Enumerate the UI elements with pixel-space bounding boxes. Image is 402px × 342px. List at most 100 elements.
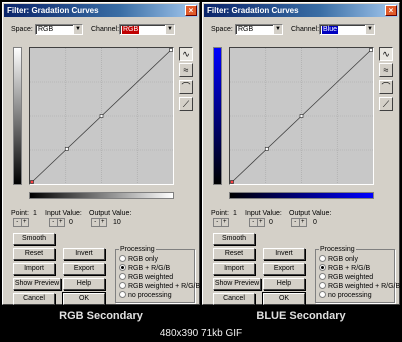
input-value-stepper[interactable]: - + xyxy=(249,218,265,227)
space-label: Space: xyxy=(11,26,33,33)
freehand-tool-icon[interactable]: ≈ xyxy=(379,63,393,77)
radio-icon xyxy=(319,291,326,298)
input-gradient-bar xyxy=(29,192,174,199)
processing-option[interactable]: RGB weighted + R/G/B xyxy=(319,282,400,291)
point-stepper[interactable]: - + xyxy=(13,218,29,227)
show-preview-button[interactable]: Show Preview xyxy=(213,278,261,290)
output-gradient-bar xyxy=(213,47,222,185)
curve-graph xyxy=(230,48,373,184)
gradation-curves-dialog-blue: Filter: Gradation Curves × Space: RGB ▼ … xyxy=(202,2,400,306)
help-button[interactable]: Help xyxy=(263,278,305,290)
linear-tool-icon[interactable]: ⟋ xyxy=(179,97,193,111)
input-gradient-bar xyxy=(229,192,374,199)
processing-option[interactable]: RGB only xyxy=(319,255,358,264)
curve-control-point[interactable] xyxy=(264,147,269,151)
smooth-tool-icon[interactable]: ⌒ xyxy=(179,80,193,94)
point-value: 1 xyxy=(233,210,237,217)
smooth-tool-icon[interactable]: ⌒ xyxy=(379,80,393,94)
smooth-button[interactable]: Smooth xyxy=(13,233,55,245)
curve-control-point[interactable] xyxy=(369,48,373,52)
chevron-down-icon: ▼ xyxy=(365,25,374,34)
caption-rgb-secondary: RGB Secondary xyxy=(59,310,143,322)
close-icon[interactable]: × xyxy=(385,5,397,16)
close-icon[interactable]: × xyxy=(185,5,197,16)
reset-button[interactable]: Reset xyxy=(213,248,255,260)
output-value-stepper[interactable]: - + xyxy=(291,218,307,227)
processing-option[interactable]: RGB + R/G/B xyxy=(119,264,170,273)
gradation-curves-dialog-rgb: Filter: Gradation Curves × Space: RGB ▼ … xyxy=(2,2,200,306)
output-value-stepper[interactable]: - + xyxy=(91,218,107,227)
processing-option[interactable]: RGB + R/G/B xyxy=(319,264,370,273)
processing-option[interactable]: RGB weighted + R/G/B xyxy=(119,282,200,291)
channel-label: Channel: xyxy=(91,26,120,33)
point-label: Point: xyxy=(11,210,29,217)
output-value-label: Output Value: xyxy=(89,210,132,217)
channel-select[interactable]: RGB ▼ xyxy=(119,24,175,35)
processing-option[interactable]: no processing xyxy=(319,291,372,300)
output-gradient-bar xyxy=(13,47,22,185)
caption-blue-secondary: BLUE Secondary xyxy=(256,310,346,322)
curve-editor[interactable] xyxy=(229,47,374,185)
dialog-titlebar: Filter: Gradation Curves × xyxy=(4,4,198,17)
ok-button[interactable]: OK xyxy=(62,292,106,306)
space-select[interactable]: RGB ▼ xyxy=(235,24,283,35)
curve-tool-icon[interactable]: ∿ xyxy=(379,47,393,61)
processing-title: Processing xyxy=(119,245,156,254)
radio-icon xyxy=(119,291,126,298)
image-info: 480x390 71kb GIF xyxy=(0,326,402,342)
dialog-title: Filter: Gradation Curves xyxy=(207,6,299,15)
invert-button[interactable]: Invert xyxy=(263,248,305,260)
processing-option[interactable]: RGB weighted xyxy=(119,273,173,282)
curve-editor[interactable] xyxy=(29,47,174,185)
space-label: Space: xyxy=(211,26,233,33)
processing-option[interactable]: RGB weighted xyxy=(319,273,373,282)
processing-option[interactable]: RGB only xyxy=(119,255,158,264)
space-select[interactable]: RGB ▼ xyxy=(35,24,83,35)
freehand-tool-icon[interactable]: ≈ xyxy=(179,63,193,77)
ok-button[interactable]: OK xyxy=(262,292,306,306)
chevron-down-icon: ▼ xyxy=(273,25,282,34)
radio-icon xyxy=(119,273,126,280)
chevron-down-icon: ▼ xyxy=(165,25,174,34)
input-value-label: Input Value: xyxy=(245,210,282,217)
curve-tool-icon[interactable]: ∿ xyxy=(179,47,193,61)
reset-button[interactable]: Reset xyxy=(13,248,55,260)
help-button[interactable]: Help xyxy=(63,278,105,290)
processing-option[interactable]: no processing xyxy=(119,291,172,300)
curve-control-point[interactable] xyxy=(230,180,234,184)
radio-icon xyxy=(119,264,126,271)
screenshot-frame: Filter: Gradation Curves × Space: RGB ▼ … xyxy=(0,0,402,342)
curve-control-point[interactable] xyxy=(99,114,104,118)
cancel-button[interactable]: Cancel xyxy=(213,293,255,305)
curve-control-point[interactable] xyxy=(30,180,34,184)
smooth-button[interactable]: Smooth xyxy=(213,233,255,245)
curve-control-point[interactable] xyxy=(64,147,69,151)
radio-icon xyxy=(319,273,326,280)
input-value-stepper[interactable]: - + xyxy=(49,218,65,227)
output-value: 10 xyxy=(113,219,121,226)
point-stepper[interactable]: - + xyxy=(213,218,229,227)
curve-control-point[interactable] xyxy=(169,48,173,52)
channel-select[interactable]: Blue ▼ xyxy=(319,24,375,35)
radio-icon xyxy=(319,282,326,289)
import-button[interactable]: Import xyxy=(213,263,255,275)
chevron-down-icon: ▼ xyxy=(73,25,82,34)
processing-title: Processing xyxy=(319,245,356,254)
radio-icon xyxy=(119,282,126,289)
export-button[interactable]: Export xyxy=(263,263,305,275)
radio-icon xyxy=(119,255,126,262)
cancel-button[interactable]: Cancel xyxy=(13,293,55,305)
dialog-title: Filter: Gradation Curves xyxy=(7,6,99,15)
import-button[interactable]: Import xyxy=(13,263,55,275)
output-value-label: Output Value: xyxy=(289,210,332,217)
curve-control-point[interactable] xyxy=(299,114,304,118)
space-value: RGB xyxy=(238,26,254,33)
invert-button[interactable]: Invert xyxy=(63,248,105,260)
linear-tool-icon[interactable]: ⟋ xyxy=(379,97,393,111)
curve-graph xyxy=(30,48,173,184)
show-preview-button[interactable]: Show Preview xyxy=(13,278,61,290)
radio-icon xyxy=(319,255,326,262)
input-value-label: Input Value: xyxy=(45,210,82,217)
export-button[interactable]: Export xyxy=(63,263,105,275)
channel-value: RGB xyxy=(122,26,140,34)
